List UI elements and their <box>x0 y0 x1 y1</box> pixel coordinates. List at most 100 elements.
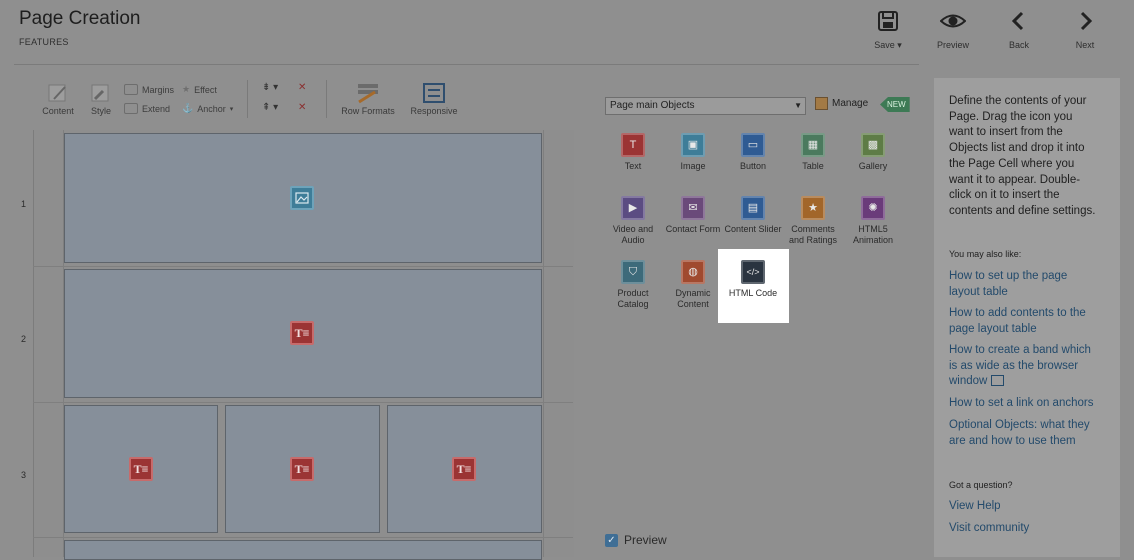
responsive-icon <box>423 83 445 103</box>
responsive-label: Responsive <box>410 106 458 116</box>
objects-category-select[interactable]: Page main Objects ▼ <box>605 97 806 115</box>
object-label: Dynamic Content <box>675 288 711 309</box>
row-formats-icon <box>358 84 378 104</box>
preview-checkbox-label: Preview <box>624 533 667 547</box>
grid-guide <box>543 130 544 557</box>
object-contact-form[interactable]: ✉ Contact Form <box>663 196 723 235</box>
object-label: Contact Form <box>665 224 721 234</box>
insert-column-button[interactable]: ⇞ ▾ <box>262 102 278 113</box>
help-intro-text: Define the contents of your Page. Drag t… <box>949 95 1096 217</box>
page-cell[interactable]: T≡ <box>64 269 542 398</box>
save-button[interactable]: Save ▾ <box>858 10 918 51</box>
insert-column-icon: ⇞ ▾ <box>262 102 279 113</box>
manage-objects-button[interactable]: Manage <box>815 97 868 110</box>
margins-label: Margins <box>142 84 175 95</box>
help-link[interactable]: How to create a band which is as wide as… <box>949 343 1099 390</box>
chevron-left-icon <box>1011 11 1024 31</box>
toolbar-divider <box>247 80 248 118</box>
object-label: Product Catalog <box>617 288 649 309</box>
delete-row-button[interactable]: ✕ <box>298 82 306 93</box>
page-cell[interactable] <box>64 540 542 560</box>
eye-icon <box>940 14 966 28</box>
header-divider <box>14 64 919 65</box>
view-help-link[interactable]: View Help <box>949 499 1099 515</box>
window-icon <box>990 375 1004 387</box>
object-label: Gallery <box>858 161 888 171</box>
chevron-down-icon: ▼ <box>794 101 802 110</box>
help-link-text: How to create a band which is as wide as… <box>949 344 1091 387</box>
page-cell[interactable] <box>64 133 542 263</box>
image-icon: ▣ <box>681 133 705 157</box>
help-link[interactable]: How to set up the page layout table <box>949 269 1099 300</box>
toolbar-divider <box>326 80 327 118</box>
gallery-icon: ▩ <box>861 133 885 157</box>
back-label: Back <box>1008 40 1029 50</box>
object-label: Button <box>739 161 767 171</box>
page-cell[interactable]: T≡ <box>387 405 542 533</box>
effect-button[interactable]: ★ Effect <box>182 84 217 95</box>
object-content-slider[interactable]: ▤ Content Slider <box>723 196 783 235</box>
comments-ratings-icon: ★ <box>801 196 825 220</box>
grid-guide <box>33 537 573 538</box>
visit-community-link[interactable]: Visit community <box>949 521 1099 537</box>
object-gallery[interactable]: ▩ Gallery <box>843 133 903 172</box>
object-label: Comments and Ratings <box>788 224 838 245</box>
object-comments-ratings[interactable]: ★ Comments and Ratings <box>783 196 843 246</box>
extend-icon <box>124 103 138 114</box>
text-icon: T <box>621 133 645 157</box>
object-label: Table <box>802 161 824 171</box>
object-product-catalog[interactable]: ⛉ Product Catalog <box>603 260 663 310</box>
back-button[interactable]: Back <box>989 10 1049 50</box>
object-table[interactable]: ▦ Table <box>783 133 843 172</box>
delete-column-button[interactable]: ✕ <box>298 102 306 113</box>
grid-guide <box>33 402 573 403</box>
next-button[interactable]: Next <box>1055 10 1115 50</box>
insert-row-button[interactable]: ⇟ ▾ <box>262 82 278 93</box>
content-tool-label: Content <box>42 106 74 116</box>
object-label: Content Slider <box>724 224 782 234</box>
object-video-audio[interactable]: ▶ Video and Audio <box>603 196 663 246</box>
object-label: Video and Audio <box>612 224 654 245</box>
anchor-button[interactable]: ⚓ Anchor ▾ <box>182 103 233 114</box>
responsive-button[interactable]: Responsive <box>406 82 462 116</box>
style-tool-button[interactable]: Style <box>84 82 118 116</box>
row-number: 3 <box>21 470 27 480</box>
row-number: 1 <box>21 199 27 209</box>
text-icon: T≡ <box>290 321 314 345</box>
page-subtitle: FEATURES <box>19 37 69 47</box>
style-icon <box>91 84 109 102</box>
content-tool-button[interactable]: Content <box>38 82 78 116</box>
object-label: Text <box>624 161 642 171</box>
page-cell[interactable]: T≡ <box>64 405 218 533</box>
page-cell[interactable]: T≡ <box>225 405 380 533</box>
margins-button[interactable]: Margins <box>124 84 174 95</box>
grid-guide <box>33 266 573 267</box>
page-title: Page Creation <box>19 8 141 29</box>
help-link[interactable]: How to add contents to the page layout t… <box>949 306 1099 337</box>
save-label: Save ▾ <box>874 40 902 50</box>
star-icon: ★ <box>182 84 191 94</box>
help-link[interactable]: How to set a link on anchors <box>949 396 1099 412</box>
preview-checkbox[interactable]: ✓ Preview <box>605 533 667 547</box>
row-formats-button[interactable]: Row Formats <box>338 82 398 116</box>
anchor-label: Anchor <box>197 103 226 114</box>
preview-button[interactable]: Preview <box>923 10 983 50</box>
also-like-heading: You may also like: <box>949 249 1022 259</box>
object-button[interactable]: ▭ Button <box>723 133 783 172</box>
content-slider-icon: ▤ <box>741 196 765 220</box>
object-html5-animation[interactable]: ✺ HTML5 Animation <box>843 196 903 246</box>
extend-label: Extend <box>142 103 171 114</box>
object-dynamic-content[interactable]: ◍ Dynamic Content <box>663 260 723 310</box>
object-html-code[interactable]: </> HTML Code <box>723 260 783 299</box>
button-icon: ▭ <box>741 133 765 157</box>
video-audio-icon: ▶ <box>621 196 645 220</box>
margins-icon <box>124 84 138 95</box>
anchor-icon: ⚓ <box>182 103 194 113</box>
help-link[interactable]: Optional Objects: what they are and how … <box>949 418 1099 449</box>
object-text[interactable]: T Text <box>603 133 663 172</box>
text-icon: T≡ <box>290 457 314 481</box>
extend-button[interactable]: Extend <box>124 103 170 114</box>
object-image[interactable]: ▣ Image <box>663 133 723 172</box>
style-tool-label: Style <box>90 106 111 116</box>
object-label: HTML Code <box>728 288 778 298</box>
